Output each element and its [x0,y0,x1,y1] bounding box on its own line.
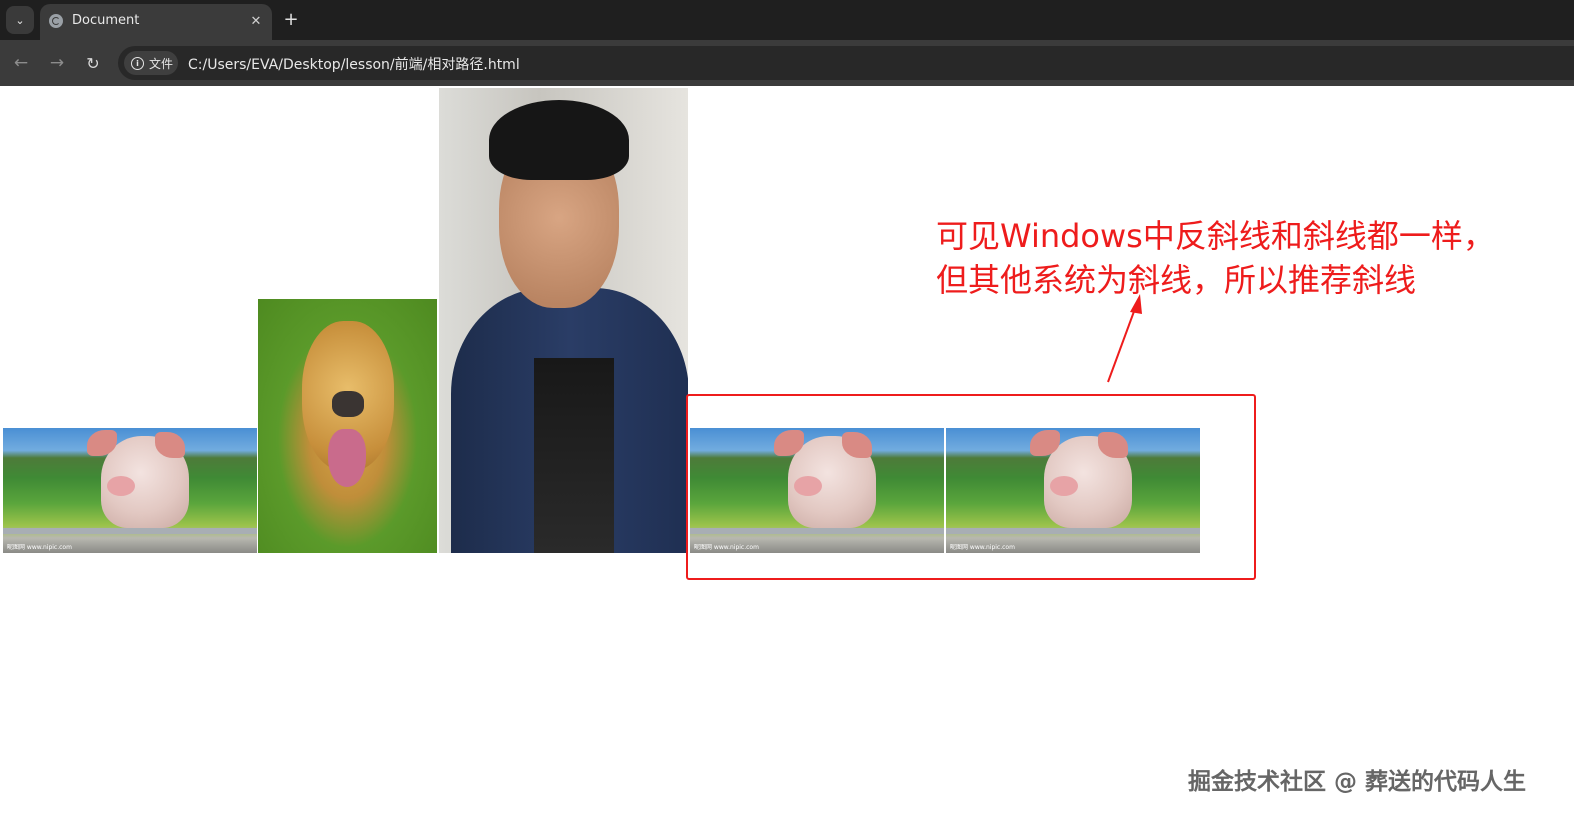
dog-nose [332,391,364,417]
pig-snout [107,476,135,496]
info-icon: i [131,56,144,70]
tab-search-icon[interactable]: ⌄ [6,6,34,34]
address-bar[interactable]: i 文件 C:/Users/EVA/Desktop/lesson/前端/相对路径… [118,46,1574,80]
dog-image [258,299,437,553]
back-icon[interactable]: ← [8,50,34,76]
tab-document[interactable]: Document ✕ [40,4,272,40]
pig-image: 昵图网 www.nipic.com [3,428,257,553]
plus-icon[interactable]: + [280,8,302,30]
reload-icon[interactable]: ↻ [80,50,106,76]
man-shirt [534,358,614,553]
annotation-line-2: 但其他系统为斜线，所以推荐斜线 [936,261,1417,299]
dog-tongue [328,429,366,487]
annotation-arrow [1107,294,1142,383]
tab-bar: ⌄ Document ✕ + [0,0,1574,40]
fence [3,528,257,534]
man-portrait-image [439,88,688,553]
forward-icon[interactable]: → [44,50,70,76]
annotation-line-1: 可见Windows中反斜线和斜线都一样， [936,217,1495,255]
browser-toolbar: ← → ↻ i 文件 C:/Users/EVA/Desktop/lesson/前… [0,40,1574,86]
url-text[interactable]: C:/Users/EVA/Desktop/lesson/前端/相对路径.html [188,54,520,74]
tab-title: Document [72,13,140,28]
watermark: 掘金技术社区 @ 葬送的代码人生 [1188,769,1527,795]
image-credit: 昵图网 www.nipic.com [7,544,72,551]
site-info-chip[interactable]: i 文件 [124,51,178,75]
annotation-text: 可见Windows中反斜线和斜线都一样， 但其他系统为斜线，所以推荐斜线 [936,214,1495,302]
close-icon[interactable]: ✕ [246,11,266,31]
site-chip-label: 文件 [149,56,174,71]
highlight-box [686,394,1256,580]
globe-icon [49,14,63,28]
man-hair [489,100,629,180]
